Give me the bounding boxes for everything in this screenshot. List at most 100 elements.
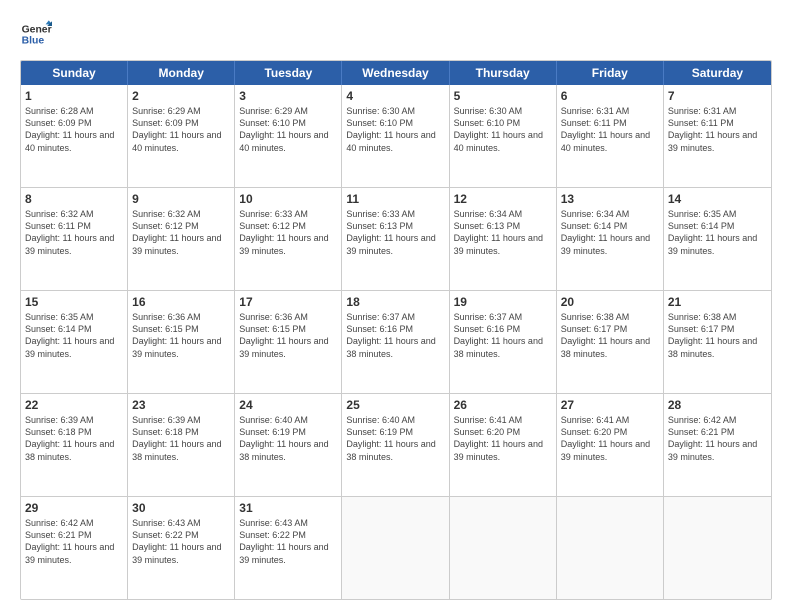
empty-cell [342, 497, 449, 599]
day-cell-25: 25Sunrise: 6:40 AMSunset: 6:19 PMDayligh… [342, 394, 449, 496]
day-cell-19: 19Sunrise: 6:37 AMSunset: 6:16 PMDayligh… [450, 291, 557, 393]
header-day-thursday: Thursday [450, 61, 557, 85]
day-info: Sunrise: 6:40 AMSunset: 6:19 PMDaylight:… [346, 414, 444, 463]
day-info: Sunrise: 6:32 AMSunset: 6:12 PMDaylight:… [132, 208, 230, 257]
day-cell-21: 21Sunrise: 6:38 AMSunset: 6:17 PMDayligh… [664, 291, 771, 393]
day-info: Sunrise: 6:32 AMSunset: 6:11 PMDaylight:… [25, 208, 123, 257]
calendar-header: SundayMondayTuesdayWednesdayThursdayFrid… [21, 61, 771, 85]
day-number: 4 [346, 88, 444, 104]
week-row-2: 8Sunrise: 6:32 AMSunset: 6:11 PMDaylight… [21, 188, 771, 291]
day-cell-8: 8Sunrise: 6:32 AMSunset: 6:11 PMDaylight… [21, 188, 128, 290]
calendar: SundayMondayTuesdayWednesdayThursdayFrid… [20, 60, 772, 600]
day-number: 9 [132, 191, 230, 207]
svg-text:Blue: Blue [22, 36, 45, 47]
day-cell-18: 18Sunrise: 6:37 AMSunset: 6:16 PMDayligh… [342, 291, 449, 393]
day-info: Sunrise: 6:34 AMSunset: 6:13 PMDaylight:… [454, 208, 552, 257]
day-number: 27 [561, 397, 659, 413]
day-number: 31 [239, 500, 337, 516]
day-number: 17 [239, 294, 337, 310]
day-number: 16 [132, 294, 230, 310]
day-info: Sunrise: 6:29 AMSunset: 6:10 PMDaylight:… [239, 105, 337, 154]
day-number: 28 [668, 397, 767, 413]
day-number: 25 [346, 397, 444, 413]
day-cell-23: 23Sunrise: 6:39 AMSunset: 6:18 PMDayligh… [128, 394, 235, 496]
day-info: Sunrise: 6:43 AMSunset: 6:22 PMDaylight:… [132, 517, 230, 566]
day-number: 23 [132, 397, 230, 413]
day-info: Sunrise: 6:35 AMSunset: 6:14 PMDaylight:… [668, 208, 767, 257]
day-info: Sunrise: 6:41 AMSunset: 6:20 PMDaylight:… [454, 414, 552, 463]
header: General Blue [20, 18, 772, 50]
header-day-tuesday: Tuesday [235, 61, 342, 85]
day-cell-7: 7Sunrise: 6:31 AMSunset: 6:11 PMDaylight… [664, 85, 771, 187]
header-day-wednesday: Wednesday [342, 61, 449, 85]
day-cell-4: 4Sunrise: 6:30 AMSunset: 6:10 PMDaylight… [342, 85, 449, 187]
header-day-monday: Monday [128, 61, 235, 85]
day-number: 12 [454, 191, 552, 207]
day-number: 29 [25, 500, 123, 516]
day-info: Sunrise: 6:39 AMSunset: 6:18 PMDaylight:… [132, 414, 230, 463]
header-day-saturday: Saturday [664, 61, 771, 85]
day-number: 11 [346, 191, 444, 207]
day-cell-12: 12Sunrise: 6:34 AMSunset: 6:13 PMDayligh… [450, 188, 557, 290]
svg-text:General: General [22, 24, 52, 35]
day-info: Sunrise: 6:42 AMSunset: 6:21 PMDaylight:… [668, 414, 767, 463]
day-info: Sunrise: 6:31 AMSunset: 6:11 PMDaylight:… [668, 105, 767, 154]
day-number: 24 [239, 397, 337, 413]
day-info: Sunrise: 6:38 AMSunset: 6:17 PMDaylight:… [561, 311, 659, 360]
day-number: 18 [346, 294, 444, 310]
logo-icon: General Blue [20, 18, 52, 50]
day-number: 14 [668, 191, 767, 207]
day-number: 1 [25, 88, 123, 104]
day-number: 3 [239, 88, 337, 104]
empty-cell [557, 497, 664, 599]
day-cell-5: 5Sunrise: 6:30 AMSunset: 6:10 PMDaylight… [450, 85, 557, 187]
day-info: Sunrise: 6:36 AMSunset: 6:15 PMDaylight:… [132, 311, 230, 360]
day-cell-29: 29Sunrise: 6:42 AMSunset: 6:21 PMDayligh… [21, 497, 128, 599]
day-cell-1: 1Sunrise: 6:28 AMSunset: 6:09 PMDaylight… [21, 85, 128, 187]
day-info: Sunrise: 6:34 AMSunset: 6:14 PMDaylight:… [561, 208, 659, 257]
day-number: 13 [561, 191, 659, 207]
day-number: 7 [668, 88, 767, 104]
day-number: 21 [668, 294, 767, 310]
calendar-body: 1Sunrise: 6:28 AMSunset: 6:09 PMDaylight… [21, 85, 771, 599]
day-cell-31: 31Sunrise: 6:43 AMSunset: 6:22 PMDayligh… [235, 497, 342, 599]
day-cell-13: 13Sunrise: 6:34 AMSunset: 6:14 PMDayligh… [557, 188, 664, 290]
day-info: Sunrise: 6:38 AMSunset: 6:17 PMDaylight:… [668, 311, 767, 360]
day-number: 8 [25, 191, 123, 207]
week-row-5: 29Sunrise: 6:42 AMSunset: 6:21 PMDayligh… [21, 497, 771, 599]
day-number: 26 [454, 397, 552, 413]
day-number: 2 [132, 88, 230, 104]
day-info: Sunrise: 6:36 AMSunset: 6:15 PMDaylight:… [239, 311, 337, 360]
week-row-1: 1Sunrise: 6:28 AMSunset: 6:09 PMDaylight… [21, 85, 771, 188]
day-number: 6 [561, 88, 659, 104]
logo: General Blue [20, 18, 52, 50]
day-number: 30 [132, 500, 230, 516]
day-info: Sunrise: 6:39 AMSunset: 6:18 PMDaylight:… [25, 414, 123, 463]
day-cell-2: 2Sunrise: 6:29 AMSunset: 6:09 PMDaylight… [128, 85, 235, 187]
day-cell-20: 20Sunrise: 6:38 AMSunset: 6:17 PMDayligh… [557, 291, 664, 393]
day-number: 15 [25, 294, 123, 310]
day-info: Sunrise: 6:42 AMSunset: 6:21 PMDaylight:… [25, 517, 123, 566]
day-info: Sunrise: 6:40 AMSunset: 6:19 PMDaylight:… [239, 414, 337, 463]
day-number: 22 [25, 397, 123, 413]
day-cell-11: 11Sunrise: 6:33 AMSunset: 6:13 PMDayligh… [342, 188, 449, 290]
week-row-4: 22Sunrise: 6:39 AMSunset: 6:18 PMDayligh… [21, 394, 771, 497]
page: General Blue SundayMondayTuesdayWednesda… [0, 0, 792, 612]
day-cell-22: 22Sunrise: 6:39 AMSunset: 6:18 PMDayligh… [21, 394, 128, 496]
day-info: Sunrise: 6:33 AMSunset: 6:13 PMDaylight:… [346, 208, 444, 257]
empty-cell [450, 497, 557, 599]
day-info: Sunrise: 6:37 AMSunset: 6:16 PMDaylight:… [454, 311, 552, 360]
day-cell-30: 30Sunrise: 6:43 AMSunset: 6:22 PMDayligh… [128, 497, 235, 599]
day-number: 19 [454, 294, 552, 310]
day-cell-6: 6Sunrise: 6:31 AMSunset: 6:11 PMDaylight… [557, 85, 664, 187]
day-number: 10 [239, 191, 337, 207]
day-info: Sunrise: 6:30 AMSunset: 6:10 PMDaylight:… [346, 105, 444, 154]
week-row-3: 15Sunrise: 6:35 AMSunset: 6:14 PMDayligh… [21, 291, 771, 394]
day-cell-17: 17Sunrise: 6:36 AMSunset: 6:15 PMDayligh… [235, 291, 342, 393]
day-info: Sunrise: 6:29 AMSunset: 6:09 PMDaylight:… [132, 105, 230, 154]
day-cell-26: 26Sunrise: 6:41 AMSunset: 6:20 PMDayligh… [450, 394, 557, 496]
day-cell-24: 24Sunrise: 6:40 AMSunset: 6:19 PMDayligh… [235, 394, 342, 496]
header-day-friday: Friday [557, 61, 664, 85]
day-number: 20 [561, 294, 659, 310]
day-info: Sunrise: 6:31 AMSunset: 6:11 PMDaylight:… [561, 105, 659, 154]
